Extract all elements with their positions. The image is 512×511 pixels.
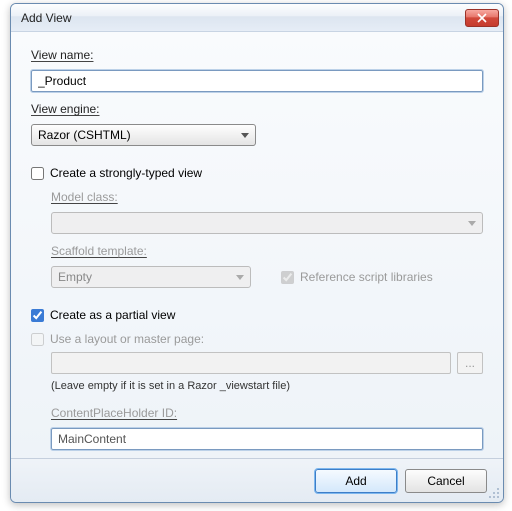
titlebar: Add View bbox=[11, 4, 503, 32]
model-class-label: Model class: bbox=[51, 190, 483, 204]
view-name-label: View name: bbox=[31, 48, 483, 62]
view-engine-select[interactable]: Razor (CSHTML) bbox=[31, 124, 256, 146]
chevron-down-icon bbox=[241, 133, 249, 138]
scaffold-value: Empty bbox=[58, 270, 92, 284]
strongly-typed-row[interactable]: Create a strongly-typed view bbox=[31, 166, 483, 180]
resize-grip-icon[interactable] bbox=[488, 487, 500, 499]
cph-input bbox=[51, 428, 483, 450]
ref-script-label: Reference script libraries bbox=[300, 270, 433, 284]
scaffold-label: Scaffold template: bbox=[51, 244, 483, 258]
model-class-select bbox=[51, 212, 483, 234]
partial-view-checkbox[interactable] bbox=[31, 309, 44, 322]
cph-label: ContentPlaceHolder ID: bbox=[51, 406, 483, 420]
strongly-typed-section: Model class: Scaffold template: Empty Re… bbox=[31, 190, 483, 288]
ref-script-checkbox bbox=[281, 271, 294, 284]
dialog-window: Add View View name: View engine: Razor (… bbox=[10, 3, 504, 503]
use-layout-row: Use a layout or master page: bbox=[31, 332, 483, 346]
view-engine-label: View engine: bbox=[31, 102, 483, 116]
close-button[interactable] bbox=[465, 9, 499, 27]
button-bar: Add Cancel bbox=[11, 458, 503, 502]
use-layout-label: Use a layout or master page: bbox=[50, 332, 204, 346]
cancel-button[interactable]: Cancel bbox=[405, 469, 487, 493]
ellipsis-icon: ... bbox=[465, 356, 475, 370]
chevron-down-icon bbox=[468, 221, 476, 226]
scaffold-select: Empty bbox=[51, 266, 251, 288]
close-icon bbox=[477, 13, 487, 23]
browse-button: ... bbox=[457, 352, 483, 374]
partial-view-label: Create as a partial view bbox=[50, 308, 175, 322]
use-layout-checkbox bbox=[31, 333, 44, 346]
strongly-typed-checkbox[interactable] bbox=[31, 167, 44, 180]
view-engine-value: Razor (CSHTML) bbox=[38, 128, 131, 142]
chevron-down-icon bbox=[236, 275, 244, 280]
layout-section: ... (Leave empty if it is set in a Razor… bbox=[31, 352, 483, 450]
layout-hint: (Leave empty if it is set in a Razor _vi… bbox=[51, 380, 483, 392]
add-button[interactable]: Add bbox=[315, 469, 397, 493]
partial-view-row[interactable]: Create as a partial view bbox=[31, 308, 483, 322]
ref-script-row: Reference script libraries bbox=[281, 270, 433, 284]
dialog-content: View name: View engine: Razor (CSHTML) C… bbox=[11, 32, 503, 458]
strongly-typed-label: Create a strongly-typed view bbox=[50, 166, 202, 180]
view-name-input[interactable] bbox=[31, 70, 483, 92]
window-title: Add View bbox=[21, 11, 465, 25]
layout-path-input bbox=[51, 352, 451, 374]
